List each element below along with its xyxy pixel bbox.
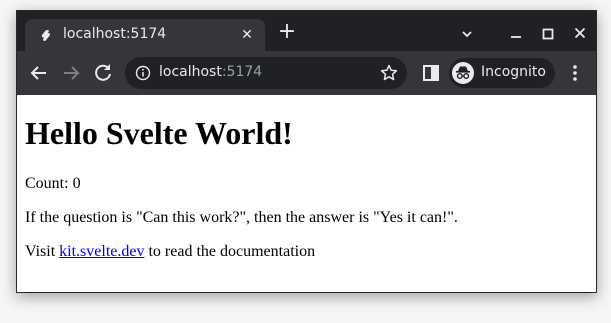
new-tab-button[interactable]: + — [275, 21, 299, 45]
side-panel-icon[interactable] — [419, 61, 443, 85]
url-port: :5174 — [221, 64, 263, 80]
close-icon[interactable]: ✕ — [237, 25, 257, 45]
site-info-icon[interactable] — [135, 65, 151, 81]
page-heading: Hello Svelte World! — [25, 115, 293, 151]
svelte-favicon-icon — [39, 28, 53, 42]
url-host: localhost — [159, 64, 222, 80]
incognito-label: Incognito — [481, 64, 546, 80]
kebab-menu-icon[interactable] — [563, 61, 587, 85]
address-bar[interactable]: localhost:5174 — [125, 57, 407, 89]
tab-title: localhost:5174 — [63, 26, 167, 42]
visit-paragraph: Visit kit.svelte.dev to read the documen… — [25, 243, 315, 261]
url-text: localhost:5174 — [159, 64, 262, 80]
page-content: Hello Svelte World! Count: 0 If the ques… — [17, 95, 596, 292]
tab-bar: localhost:5174 ✕ + — [17, 11, 596, 51]
back-arrow-icon[interactable] — [27, 61, 51, 85]
reload-icon[interactable] — [91, 61, 115, 85]
tab-search-chevron-icon[interactable] — [455, 21, 479, 45]
incognito-icon — [451, 61, 475, 85]
count-text: Count: 0 — [25, 175, 81, 192]
browser-toolbar: localhost:5174 Incognito — [17, 51, 596, 95]
close-window-icon[interactable] — [568, 21, 592, 45]
browser-window: localhost:5174 ✕ + localhost:5174 Incogn… — [16, 10, 597, 293]
visit-suffix: to read the documentation — [144, 243, 316, 260]
screen: localhost:5174 ✕ + localhost:5174 Incogn… — [0, 0, 611, 323]
minimize-icon[interactable] — [504, 21, 528, 45]
maximize-icon[interactable] — [536, 21, 560, 45]
docs-link[interactable]: kit.svelte.dev — [59, 243, 144, 260]
browser-tab[interactable]: localhost:5174 ✕ — [25, 19, 265, 51]
visit-prefix: Visit — [25, 243, 60, 260]
bookmark-star-icon[interactable] — [379, 63, 399, 83]
incognito-indicator[interactable]: Incognito — [449, 58, 555, 88]
question-text: If the question is "Can this work?", the… — [25, 209, 458, 226]
forward-arrow-icon[interactable] — [59, 61, 83, 85]
